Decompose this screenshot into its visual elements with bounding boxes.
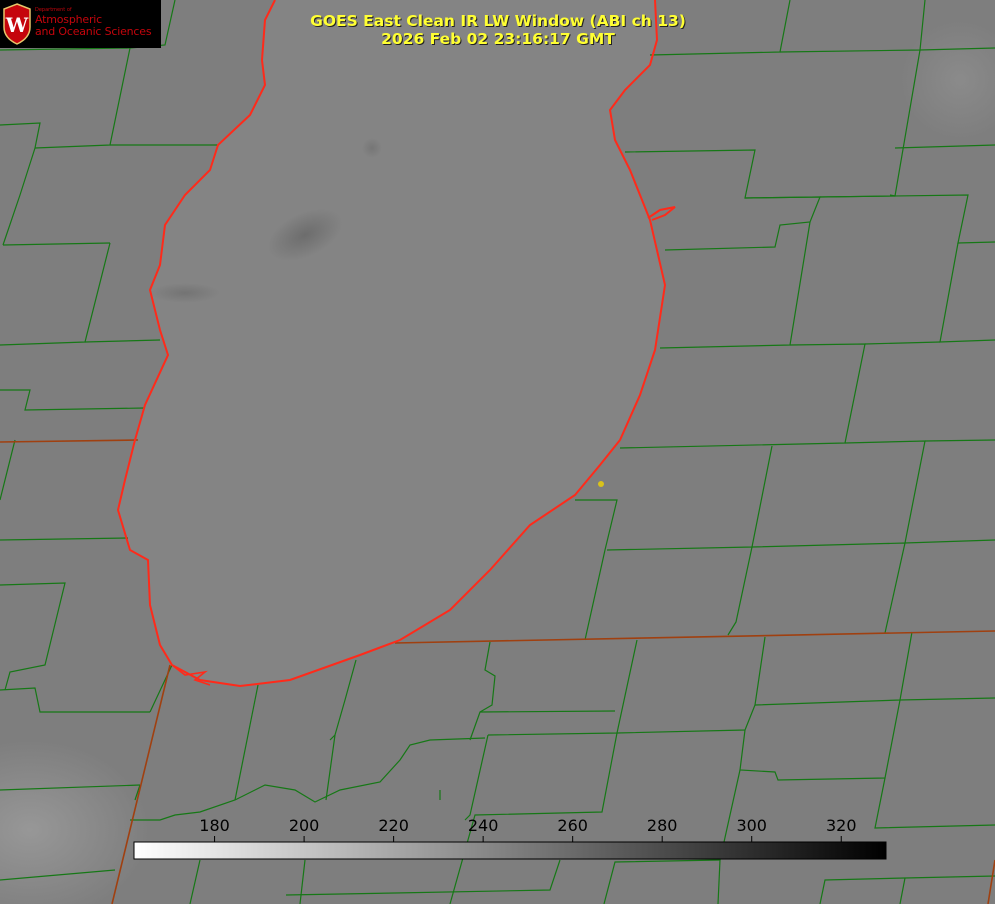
uw-aos-logo: W Department of Atmospheric and Oceanic … — [0, 0, 161, 48]
seal-letter: W — [5, 13, 29, 37]
station-marker[interactable] — [598, 481, 604, 487]
uw-seal-icon: W — [3, 3, 31, 45]
title-timestamp: 2026 Feb 02 23:16:17 GMT — [381, 30, 615, 48]
colorbar-tick-label: 280 — [647, 816, 678, 835]
logo-line-2: and Oceanic Sciences — [35, 24, 152, 38]
logo-text: Department of Atmospheric and Oceanic Sc… — [35, 7, 152, 38]
colorbar-tick-label: 320 — [826, 816, 857, 835]
title-product: GOES East Clean IR LW Window (ABI ch 13) — [310, 12, 686, 30]
dark-cloud-feature — [150, 283, 220, 303]
dark-cloud-feature — [362, 138, 382, 158]
image-title: GOES East Clean IR LW Window (ABI ch 13)… — [300, 12, 696, 48]
colorbar-tick-label: 220 — [378, 816, 409, 835]
satellite-map[interactable]: 180 200 220 240 260 280 300 320 — [0, 0, 995, 904]
colorbar-tick-label: 240 — [468, 816, 499, 835]
colorbar-tick-label: 200 — [289, 816, 320, 835]
colorbar-tick-label: 180 — [199, 816, 230, 835]
colorbar-tick-label: 300 — [736, 816, 767, 835]
colorbar-tick-label: 260 — [557, 816, 588, 835]
colorbar-gradient — [133, 841, 887, 860]
